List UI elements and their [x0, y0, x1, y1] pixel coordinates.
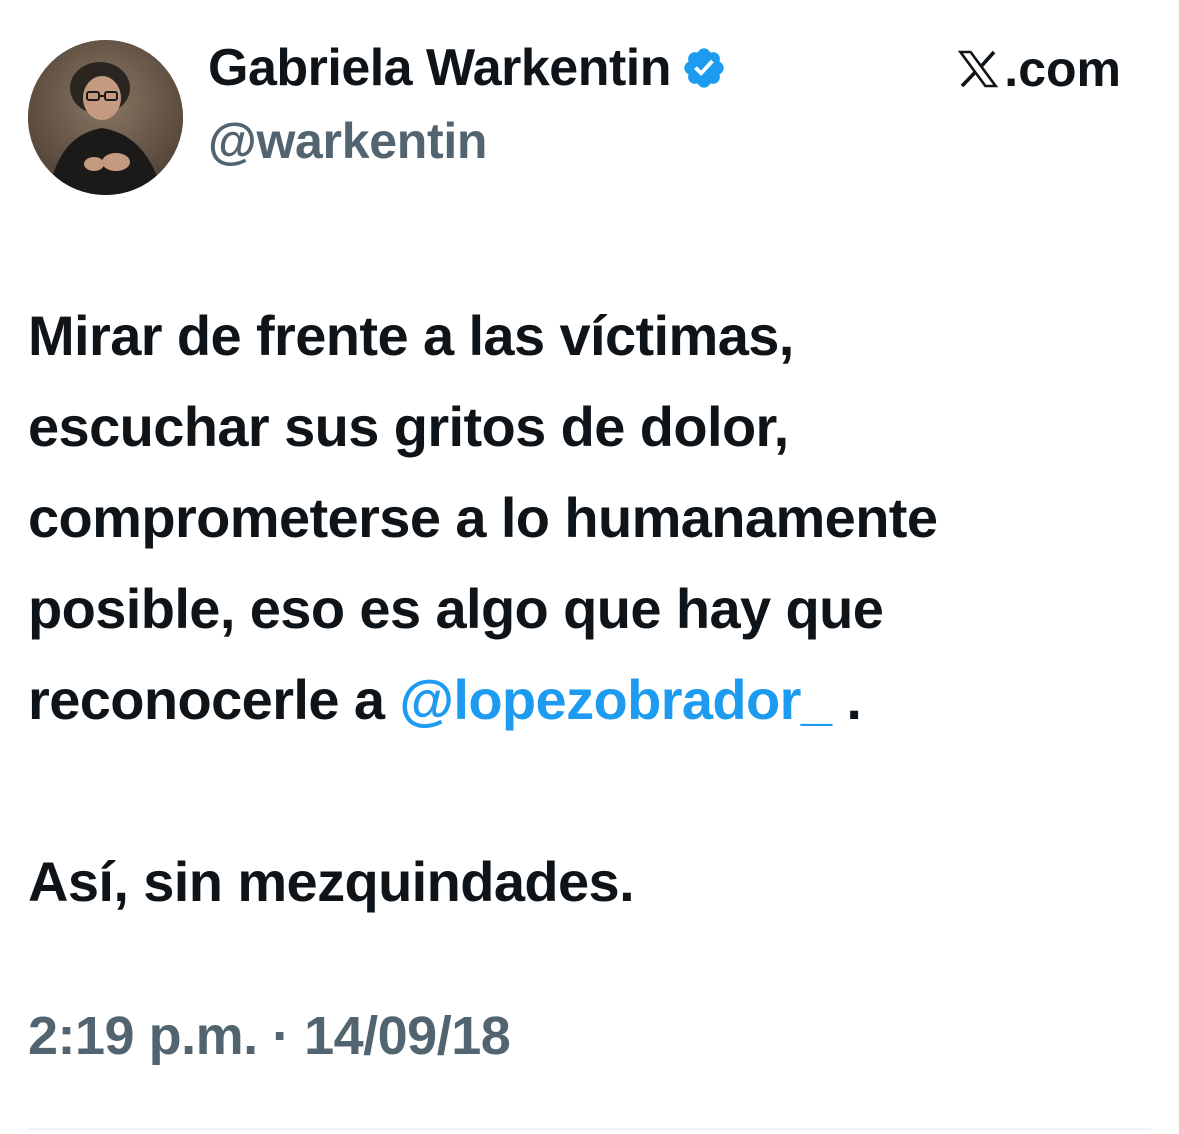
profile-photo — [28, 40, 183, 195]
paragraph-break — [28, 745, 1163, 836]
tweet-line-mention: reconocerle a @lopezobrador_ . — [28, 654, 1163, 745]
source-domain: .com — [1004, 41, 1121, 97]
source-label: .com — [954, 34, 1121, 104]
tweet-card: Gabriela Warkentin @warkentin .com Mirar… — [0, 0, 1179, 1134]
tweet-text: Mirar de frente a las víctimas, escuchar… — [28, 290, 1163, 927]
x-logo-icon — [954, 45, 1002, 93]
tweet-closing-line: Así, sin mezquindades. — [28, 850, 635, 913]
tweet-timestamp[interactable]: 2:19 p.m. · 14/09/18 — [28, 1005, 511, 1067]
divider — [28, 1128, 1151, 1130]
tweet-line-prefix: reconocerle a — [28, 668, 400, 731]
avatar[interactable] — [28, 40, 183, 195]
verified-badge-icon — [681, 45, 727, 91]
tweet-line: comprometerse a lo humanamente — [28, 486, 938, 549]
tweet-line: posible, eso es algo que hay que — [28, 577, 884, 640]
mention-link[interactable]: @lopezobrador_ — [399, 668, 832, 731]
author-display-name[interactable]: Gabriela Warkentin — [208, 38, 672, 98]
tweet-line-suffix: . — [831, 668, 862, 731]
tweet-line: escuchar sus gritos de dolor, — [28, 395, 789, 458]
author-handle[interactable]: @warkentin — [208, 112, 487, 170]
tweet-line: Mirar de frente a las víctimas, — [28, 304, 794, 367]
author-name-row: Gabriela Warkentin — [208, 30, 727, 106]
